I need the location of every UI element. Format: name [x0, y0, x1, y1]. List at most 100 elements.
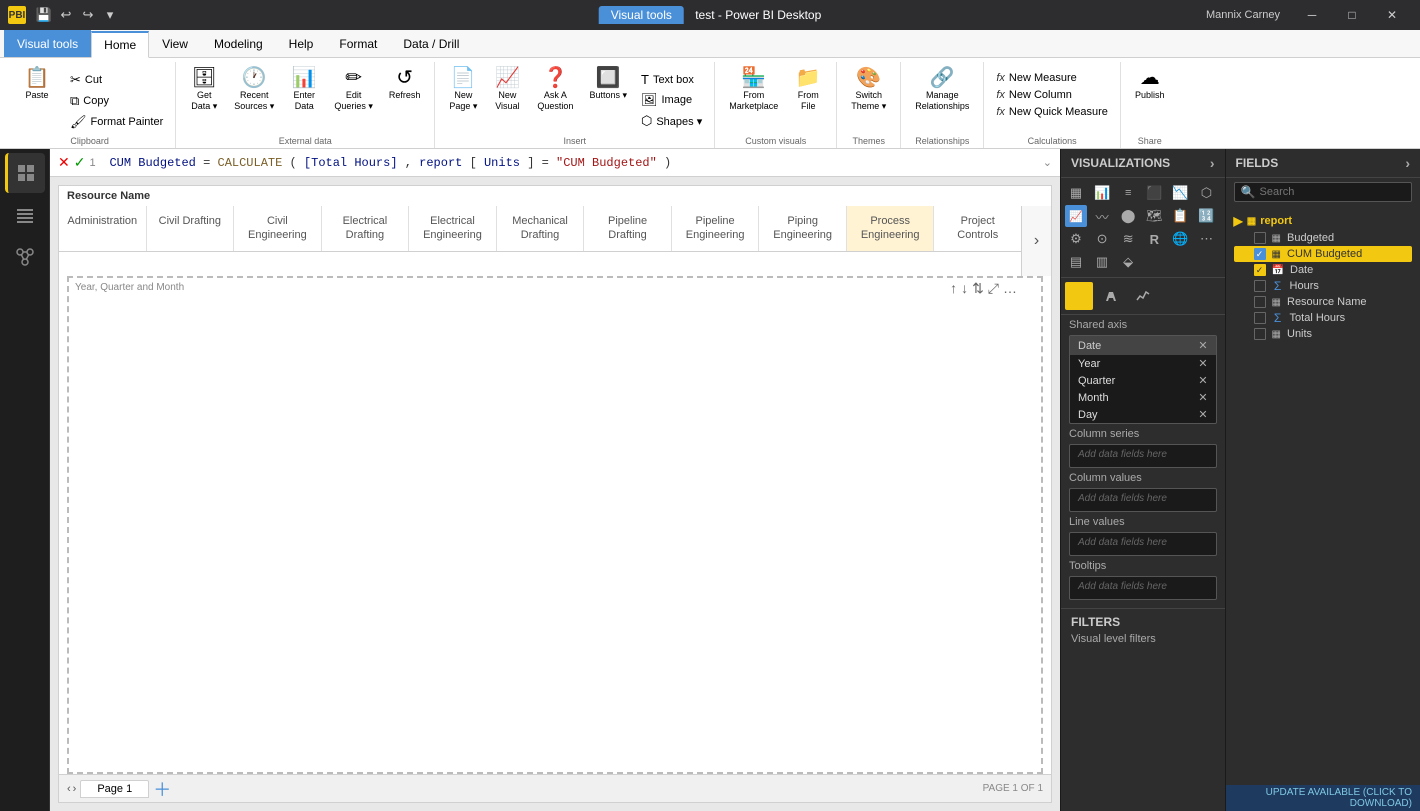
formula-expand-icon[interactable]: ⌄ [1043, 156, 1052, 169]
resource-name-checkbox[interactable] [1254, 296, 1266, 308]
date-day-item[interactable]: Day ✕ [1070, 406, 1216, 423]
viz-panel-expand-button[interactable]: › [1210, 155, 1215, 171]
fields-panel-expand-button[interactable]: › [1405, 155, 1410, 171]
viz-icon-filled-map[interactable]: 📋 [1169, 205, 1191, 227]
year-remove-button[interactable]: ✕ [1198, 357, 1207, 370]
sort-desc-icon[interactable]: ↓ [961, 280, 968, 297]
col-header-elec-eng[interactable]: ElectricalEngineering [409, 206, 497, 251]
cum-budgeted-checkbox[interactable]: ✓ [1254, 248, 1266, 260]
sidebar-model-view[interactable] [5, 237, 45, 277]
date-quarter-item[interactable]: Quarter ✕ [1070, 372, 1216, 389]
month-remove-button[interactable]: ✕ [1198, 391, 1207, 404]
from-marketplace-button[interactable]: 🏪 FromMarketplace [723, 66, 784, 114]
new-visual-button[interactable]: 📈 NewVisual [487, 66, 527, 114]
formula-text[interactable]: CUM Budgeted = CALCULATE ( [Total Hours]… [109, 156, 1038, 170]
col-header-mech-drafting[interactable]: MechanicalDrafting [497, 206, 585, 251]
nav-next-icon[interactable]: › [73, 783, 77, 795]
add-page-button[interactable]: ＋ [153, 776, 171, 802]
col-header-elec-drafting[interactable]: ElectricalDrafting [322, 206, 410, 251]
field-total-hours[interactable]: Σ Total Hours [1234, 310, 1412, 326]
close-button[interactable]: ✕ [1372, 0, 1412, 30]
day-remove-button[interactable]: ✕ [1198, 408, 1207, 421]
viz-icon-table[interactable]: 🔢 [1195, 205, 1217, 227]
viz-icon-line[interactable]: 📉 [1169, 182, 1191, 204]
col-header-civil-drafting[interactable]: Civil Drafting [147, 206, 235, 251]
viz-icon-area[interactable]: ⬡ [1195, 182, 1217, 204]
new-column-button[interactable]: fxNew Column [992, 87, 1112, 103]
qa-dropdown-icon[interactable]: ▾ [100, 5, 120, 25]
formula-check-button[interactable]: ✓ [74, 154, 86, 171]
sort-asc-icon[interactable]: ↑ [950, 280, 957, 297]
viz-icon-card[interactable]: ≋ [1117, 228, 1139, 250]
viz-icon-more[interactable]: ⋯ [1195, 228, 1217, 250]
date-checkbox[interactable]: ✓ [1254, 264, 1266, 276]
from-file-button[interactable]: 📁 FromFile [788, 66, 828, 114]
fields-search-input[interactable] [1260, 186, 1406, 198]
viz-icon-r-visual[interactable]: R [1143, 228, 1165, 250]
tab-data-drill[interactable]: Data / Drill [390, 30, 472, 57]
publish-button[interactable]: ☁ Publish [1129, 66, 1171, 103]
field-resource-name[interactable]: ▦ Resource Name [1234, 294, 1412, 310]
units-checkbox[interactable] [1254, 328, 1266, 340]
tab-modeling[interactable]: Modeling [201, 30, 276, 57]
field-cum-budgeted[interactable]: ✓ ▦ CUM Budgeted [1234, 246, 1412, 262]
scroll-right-button[interactable]: › [1021, 206, 1051, 276]
hours-checkbox[interactable] [1254, 280, 1266, 292]
total-hours-checkbox[interactable] [1254, 312, 1266, 324]
viz-icon-stacked-column[interactable]: ≡ [1117, 182, 1139, 204]
viz-icon-gauge[interactable]: ▥ [1091, 251, 1113, 273]
viz-icon-clustered-column[interactable]: 📊 [1091, 182, 1113, 204]
tab-view[interactable]: View [149, 30, 201, 57]
col-header-pipeline-drafting[interactable]: PipelineDrafting [584, 206, 672, 251]
recent-sources-button[interactable]: 🕐 RecentSources ▾ [228, 66, 280, 114]
maximize-button[interactable]: □ [1332, 0, 1372, 30]
col-header-piping-eng[interactable]: PipingEngineering [759, 206, 847, 251]
viz-icon-scatter[interactable]: ⬤ [1117, 205, 1139, 227]
viz-icon-ribbon[interactable]: 〰 [1091, 205, 1113, 227]
buttons-button[interactable]: 🔲 Buttons ▾ [583, 66, 633, 103]
refresh-button[interactable]: ↺ Refresh [383, 66, 427, 103]
sidebar-data-view[interactable] [5, 195, 45, 235]
cut-button[interactable]: ✂Cut [66, 70, 167, 90]
minimize-button[interactable]: ─ [1292, 0, 1332, 30]
more-options-icon[interactable]: … [1003, 280, 1017, 297]
format-painter-button[interactable]: 🖌Format Painter [66, 112, 167, 132]
viz-icon-matrix[interactable]: ⚙ [1065, 228, 1087, 250]
viz-icon-globe[interactable]: 🌐 [1169, 228, 1191, 250]
copy-button[interactable]: ⧉Copy [66, 91, 167, 111]
viz-icon-funnel[interactable]: ⬙ [1117, 251, 1139, 273]
viz-icon-line-column[interactable]: 📈 [1065, 205, 1087, 227]
tab-visual-tools[interactable]: Visual tools [4, 30, 91, 57]
field-hours[interactable]: Σ Hours [1234, 278, 1412, 294]
viz-icon-kpi[interactable]: ⊙ [1091, 228, 1113, 250]
col-header-project-ctrl[interactable]: ProjectControls [934, 206, 1021, 251]
paste-button[interactable]: 📋 Paste [12, 66, 62, 103]
date-month-item[interactable]: Month ✕ [1070, 389, 1216, 406]
date-year-item[interactable]: Year ✕ [1070, 355, 1216, 372]
budgeted-checkbox[interactable] [1254, 232, 1266, 244]
viz-fields-tab[interactable] [1065, 282, 1093, 310]
tab-format[interactable]: Format [326, 30, 390, 57]
tab-home[interactable]: Home [91, 31, 149, 58]
viz-icon-slicer[interactable]: ▤ [1065, 251, 1087, 273]
quarter-remove-button[interactable]: ✕ [1198, 374, 1207, 387]
field-units[interactable]: ▦ Units [1234, 326, 1412, 342]
col-header-admin[interactable]: Administration [59, 206, 147, 251]
new-page-button[interactable]: 📄 NewPage ▾ [443, 66, 483, 114]
formula-close-button[interactable]: ✕ [58, 154, 70, 171]
date-field-remove-button[interactable]: ✕ [1198, 339, 1207, 352]
redo-icon[interactable]: ↪ [78, 5, 98, 25]
get-data-button[interactable]: 🗄 GetData ▾ [184, 66, 224, 114]
shapes-button[interactable]: ⬡Shapes ▾ [637, 111, 706, 131]
focus-mode-icon[interactable]: ⤢ [988, 280, 999, 297]
tab-help[interactable]: Help [276, 30, 327, 57]
visual-tools-tab[interactable]: Visual tools [599, 6, 684, 24]
field-date[interactable]: ✓ 📅 Date [1234, 262, 1412, 278]
manage-relationships-button[interactable]: 🔗 ManageRelationships [909, 66, 975, 114]
new-measure-button[interactable]: fxNew Measure [992, 70, 1112, 86]
viz-analytics-tab[interactable] [1129, 282, 1157, 310]
col-header-pipeline-eng[interactable]: PipelineEngineering [672, 206, 760, 251]
fields-table-header[interactable]: ▶ ▦ report [1234, 212, 1412, 230]
edit-queries-button[interactable]: ✏ EditQueries ▾ [328, 66, 379, 114]
undo-icon[interactable]: ↩ [56, 5, 76, 25]
